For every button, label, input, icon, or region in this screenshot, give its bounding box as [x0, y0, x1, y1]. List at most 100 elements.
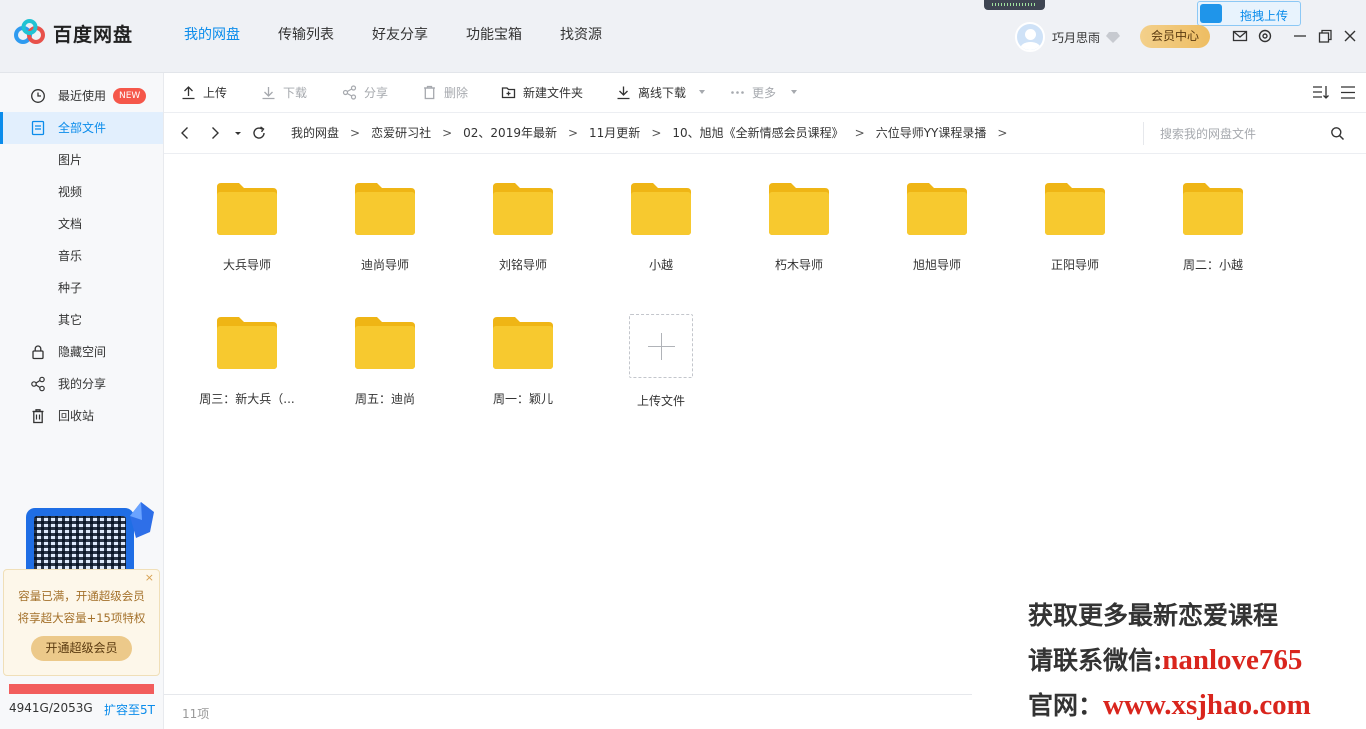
upload-button[interactable]: 上传 — [181, 73, 241, 113]
search-box — [1143, 122, 1363, 145]
upload-file-label: 上传文件 — [636, 394, 685, 408]
new-folder-button[interactable]: 新建文件夹 — [501, 73, 591, 113]
nav-transfer-list[interactable]: 传输列表 — [278, 0, 334, 73]
breadcrumb-separator-icon: > — [567, 126, 579, 140]
breadcrumb-item[interactable]: 六位导师YY课程录播 — [876, 113, 987, 154]
sidebar-item-recycle-bin[interactable]: 回收站 — [0, 400, 163, 432]
search-icon[interactable] — [1330, 126, 1345, 141]
folder-item[interactable]: 周三：新大兵（... — [188, 288, 306, 406]
netdisk-cloud-icon — [14, 19, 45, 44]
baidu-netdisk-window: 百度网盘 我的网盘 传输列表 好友分享 功能宝箱 找资源 拖拽上传 巧月思雨 会… — [0, 0, 1366, 729]
breadcrumb-item[interactable]: 10、旭旭《全新情感会员课程》 — [672, 113, 843, 154]
more-dots-icon — [731, 91, 744, 94]
breadcrumb-separator-icon: > — [997, 126, 1008, 140]
file-name: 刘铭导师 — [498, 258, 547, 272]
app-logo[interactable]: 百度网盘 — [13, 19, 133, 47]
promo-line-2: 将享超大容量+15项特权 — [17, 611, 146, 625]
breadcrumb-item[interactable]: 11月更新 — [589, 113, 640, 154]
clock-icon — [31, 89, 45, 103]
mail-icon[interactable] — [1232, 28, 1248, 44]
folder-item[interactable]: 周五：迪尚 — [326, 288, 444, 406]
folder-item[interactable]: 小越 — [602, 154, 720, 272]
sidebar-item-documents[interactable]: 文档 — [0, 208, 163, 240]
back-icon[interactable] — [177, 125, 193, 141]
upload-file-tile[interactable]: 上传文件 — [602, 308, 720, 426]
share-button[interactable]: 分享 — [342, 73, 402, 113]
folder-item[interactable]: 大兵导师 — [188, 154, 306, 272]
sidebar-item-music[interactable]: 音乐 — [0, 240, 163, 272]
more-button[interactable]: 更多 — [730, 73, 800, 113]
settings-icon[interactable] — [1257, 28, 1273, 44]
more-label: 更多 — [752, 86, 777, 100]
plus-icon — [629, 314, 693, 378]
file-name: 大兵导师 — [222, 258, 271, 272]
folder-item[interactable]: 周一：颖儿 — [464, 288, 582, 406]
drag-upload-button[interactable]: 拖拽上传 — [1197, 1, 1301, 26]
folder-icon — [1183, 183, 1243, 235]
folder-item[interactable]: 刘铭导师 — [464, 154, 582, 272]
sidebar-item-recent[interactable]: 最近使用 NEW — [0, 80, 163, 112]
delete-button[interactable]: 删除 — [422, 73, 482, 113]
folder-icon — [355, 317, 415, 369]
sidebar-item-torrents[interactable]: 种子 — [0, 272, 163, 304]
lock-icon — [32, 345, 44, 360]
drag-upload-label: 拖拽上传 — [1240, 9, 1289, 23]
user-info[interactable]: 巧月思雨 — [1015, 22, 1121, 52]
breadcrumb-item[interactable]: 02、2019年最新 — [463, 113, 557, 154]
search-input[interactable] — [1160, 125, 1330, 143]
refresh-icon[interactable] — [251, 125, 267, 141]
document-icon — [31, 120, 45, 136]
history-dropdown-icon[interactable] — [233, 125, 243, 141]
delete-label: 删除 — [444, 86, 469, 100]
open-vip-button[interactable]: 开通超级会员 — [31, 636, 132, 661]
restore-icon[interactable] — [1317, 28, 1333, 44]
trash-icon — [424, 85, 435, 100]
nav-toolbox[interactable]: 功能宝箱 — [466, 0, 522, 73]
folder-item[interactable]: 朽木导师 — [740, 154, 858, 272]
nav-find-resources[interactable]: 找资源 — [560, 0, 602, 73]
sidebar-item-other[interactable]: 其它 — [0, 304, 163, 336]
watermark-website: www.xsjhao.com — [1103, 689, 1311, 721]
sidebar-item-images[interactable]: 图片 — [0, 144, 163, 176]
file-name: 旭旭导师 — [912, 258, 961, 272]
speed-widget[interactable] — [984, 0, 1045, 10]
sidebar-item-my-shares[interactable]: 我的分享 — [0, 368, 163, 400]
minimize-icon[interactable] — [1292, 28, 1308, 44]
folder-icon — [769, 183, 829, 235]
nav-friend-share[interactable]: 好友分享 — [372, 0, 428, 73]
folder-icon — [355, 183, 415, 235]
watermark-prefix: 请联系微信: — [1028, 646, 1163, 675]
avatar[interactable] — [1015, 22, 1045, 52]
forward-icon[interactable] — [207, 125, 223, 141]
folder-item[interactable]: 旭旭导师 — [878, 154, 996, 272]
sort-icon[interactable] — [1312, 85, 1330, 100]
download-label: 下载 — [283, 86, 308, 100]
download-icon — [262, 87, 275, 100]
nav-my-disk[interactable]: 我的网盘 — [184, 0, 240, 73]
folder-item[interactable]: 周二：小越 — [1154, 154, 1272, 272]
sidebar-item-videos[interactable]: 视频 — [0, 176, 163, 208]
list-view-icon[interactable] — [1340, 85, 1356, 100]
vip-center-button[interactable]: 会员中心 — [1140, 25, 1210, 48]
user-name[interactable]: 巧月思雨 — [1052, 29, 1100, 46]
download-button[interactable]: 下载 — [261, 73, 321, 113]
folder-icon — [631, 183, 691, 235]
close-icon[interactable] — [1342, 28, 1358, 44]
folder-icon — [217, 317, 277, 369]
qr-code-card[interactable] — [26, 508, 134, 578]
offline-download-icon — [617, 86, 630, 100]
promo-close-icon[interactable]: × — [145, 571, 154, 584]
breadcrumb-bar: 我的网盘 > 恋爱研习社 > 02、2019年最新 > 11月更新 > 10、旭… — [164, 113, 1366, 154]
new-folder-label: 新建文件夹 — [523, 86, 584, 100]
offline-download-button[interactable]: 离线下载 — [616, 73, 711, 113]
expand-storage-link[interactable]: 扩容至5T — [104, 701, 155, 718]
sidebar-item-all-files[interactable]: 全部文件 — [0, 112, 163, 144]
folder-item[interactable]: 正阳导师 — [1016, 154, 1134, 272]
status-bar: 11项 — [164, 694, 972, 729]
folder-item[interactable]: 迪尚导师 — [326, 154, 444, 272]
sidebar-item-hidden-space[interactable]: 隐藏空间 — [0, 336, 163, 368]
breadcrumb-item[interactable]: 恋爱研习社 — [371, 113, 431, 154]
sidebar-item-label: 文档 — [58, 217, 83, 231]
breadcrumb-item[interactable]: 我的网盘 — [291, 113, 339, 154]
sidebar-item-label: 图片 — [58, 153, 83, 167]
